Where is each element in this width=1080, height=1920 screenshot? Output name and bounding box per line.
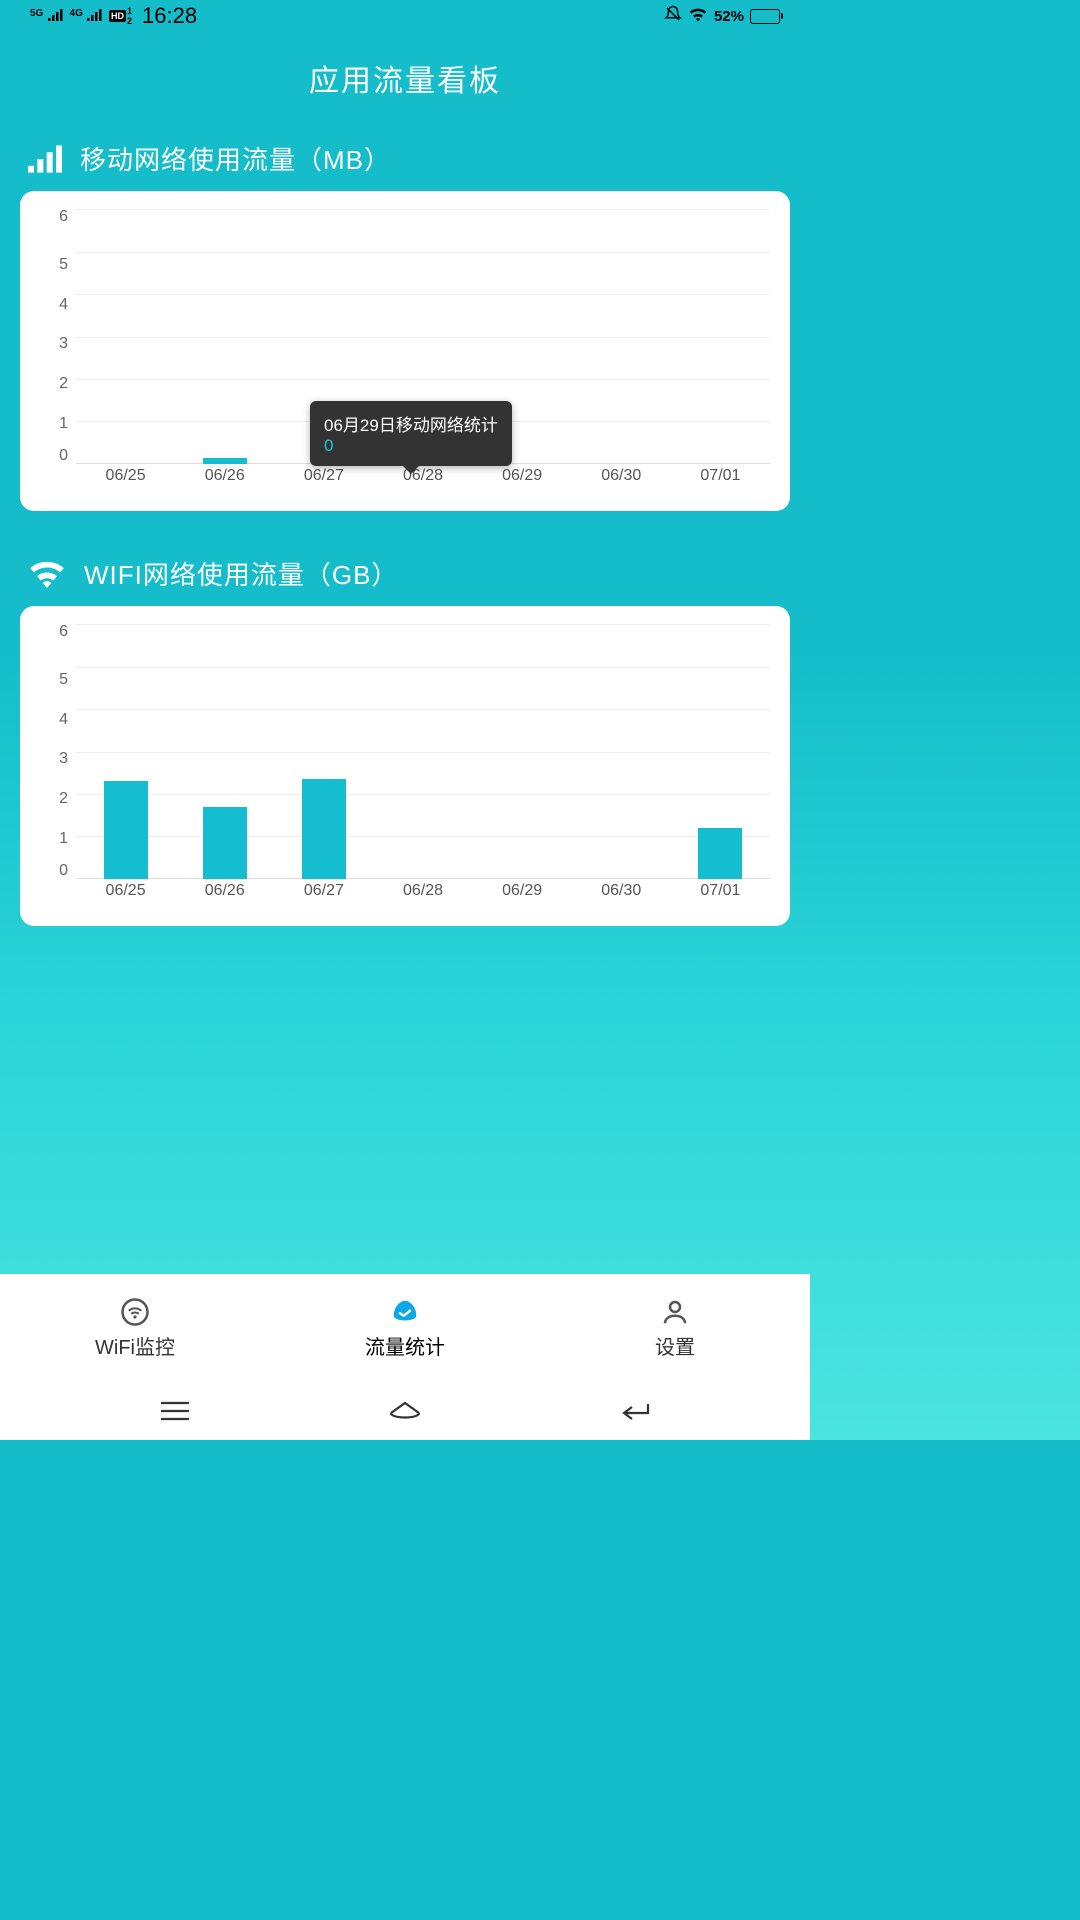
section-title-mobile: 移动网络使用流量（MB）	[80, 140, 391, 177]
wifi-icon	[28, 560, 66, 588]
nav-wifi-monitor[interactable]: WiFi监控	[0, 1274, 270, 1382]
wifi-icon	[688, 6, 708, 26]
bar-slot[interactable]	[671, 209, 770, 464]
chart-card-mobile: 6 5 4 3 2 1 0 06/2506/2606/2706/2806/290…	[20, 191, 790, 511]
nav-label: 设置	[655, 1331, 695, 1360]
x-tick: 06/29	[473, 882, 572, 904]
nav-label: 流量统计	[365, 1331, 445, 1360]
sys-menu-button[interactable]	[155, 1396, 195, 1426]
hd-icon: HD 12	[109, 6, 132, 26]
bar-slot[interactable]	[175, 209, 274, 464]
status-time: 16:28	[142, 3, 197, 29]
section-title-wifi: WIFI网络使用流量（GB）	[84, 555, 398, 592]
dnd-icon	[664, 5, 682, 27]
sys-back-button[interactable]	[615, 1396, 655, 1426]
x-tick: 06/25	[76, 467, 175, 489]
status-left: 5G 4G HD 12 16:28	[30, 3, 197, 29]
section-header-wifi: WIFI网络使用流量（GB）	[0, 555, 810, 606]
wifi-monitor-icon	[118, 1297, 152, 1327]
bar[interactable]	[203, 807, 247, 879]
x-tick: 06/30	[572, 882, 671, 904]
nav-settings[interactable]: 设置	[540, 1274, 810, 1382]
x-tick: 06/29	[473, 467, 572, 489]
x-tick: 07/01	[671, 467, 770, 489]
bar-slot[interactable]	[473, 624, 572, 879]
bar-slot[interactable]	[572, 624, 671, 879]
bar-slot[interactable]	[175, 624, 274, 879]
x-axis: 06/2506/2606/2706/2806/2906/3007/01	[76, 882, 770, 904]
system-nav-bar	[0, 1382, 810, 1440]
chart-tooltip: 06月29日移动网络统计 0	[310, 401, 512, 466]
nav-traffic-stats[interactable]: 流量统计	[270, 1274, 540, 1382]
page-title: 应用流量看板	[0, 32, 810, 140]
tooltip-value: 0	[324, 436, 498, 456]
x-tick: 06/28	[373, 467, 472, 489]
bar[interactable]	[104, 781, 148, 879]
battery-icon	[750, 9, 780, 24]
status-right: 52%	[664, 5, 780, 27]
bar-slot[interactable]	[76, 209, 175, 464]
y-axis: 6 5 4 3 2 1 0	[26, 624, 68, 879]
x-tick: 07/01	[671, 882, 770, 904]
person-icon	[658, 1297, 692, 1327]
signal-bars-icon	[28, 145, 62, 173]
bar-slot[interactable]	[671, 624, 770, 879]
x-tick: 06/25	[76, 882, 175, 904]
signal-5g-icon: 5G	[30, 8, 64, 25]
x-axis: 06/2506/2606/2706/2806/2906/3007/01	[76, 467, 770, 489]
battery-pct: 52%	[714, 8, 744, 25]
sys-home-button[interactable]	[385, 1396, 425, 1426]
bar-slot[interactable]	[373, 624, 472, 879]
x-tick: 06/26	[175, 882, 274, 904]
signal-4g-icon: 4G	[70, 8, 104, 25]
x-tick: 06/28	[373, 882, 472, 904]
bar[interactable]	[203, 458, 247, 464]
bottom-nav: WiFi监控 流量统计 设置	[0, 1274, 810, 1382]
tooltip-title: 06月29日移动网络统计	[324, 411, 498, 436]
bar-slot[interactable]	[572, 209, 671, 464]
bar-slot[interactable]	[274, 624, 373, 879]
nav-label: WiFi监控	[95, 1331, 175, 1360]
x-tick: 06/27	[274, 467, 373, 489]
traffic-stats-icon	[388, 1297, 422, 1327]
x-tick: 06/27	[274, 882, 373, 904]
section-header-mobile: 移动网络使用流量（MB）	[0, 140, 810, 191]
bar-slot[interactable]	[76, 624, 175, 879]
bar[interactable]	[302, 779, 346, 879]
chart-plot-wifi[interactable]	[76, 624, 770, 879]
x-tick: 06/30	[572, 467, 671, 489]
x-tick: 06/26	[175, 467, 274, 489]
bar[interactable]	[698, 828, 742, 879]
y-axis: 6 5 4 3 2 1 0	[26, 209, 68, 464]
chart-card-wifi: 6 5 4 3 2 1 0 06/2506/2606/2706/2806/290…	[20, 606, 790, 926]
status-bar: 5G 4G HD 12 16:28 52%	[0, 0, 810, 32]
